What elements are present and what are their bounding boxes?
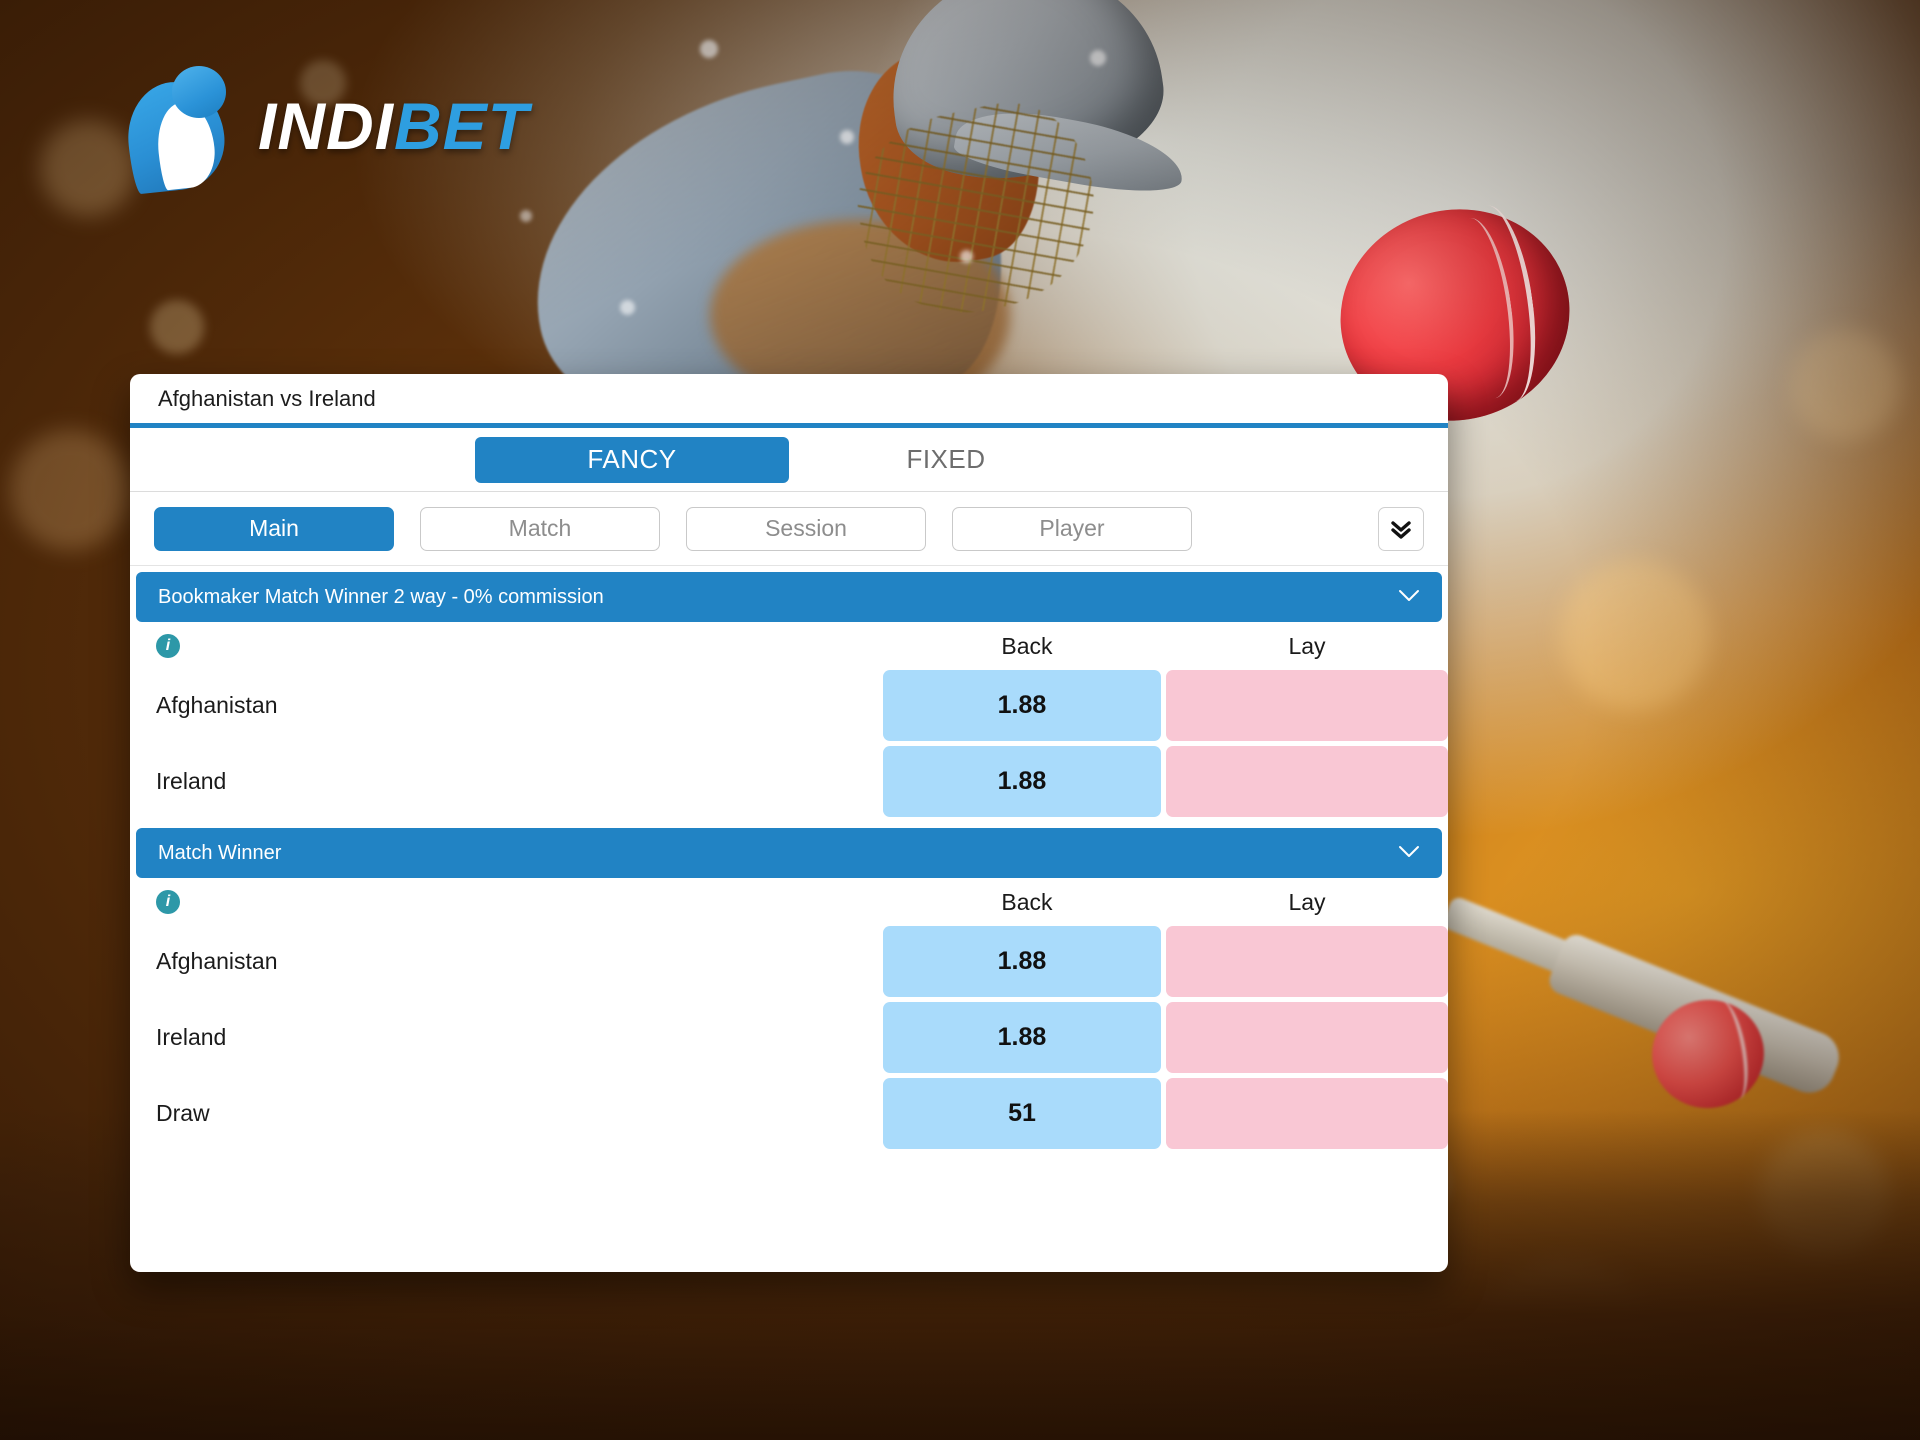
table-row: Afghanistan 1.88 [130, 670, 1448, 741]
tab-fancy[interactable]: FANCY [475, 436, 789, 483]
logo-word-indi: INDI [258, 89, 394, 163]
chip-main[interactable]: Main [154, 506, 394, 551]
table-row: Afghanistan 1.88 [130, 926, 1448, 997]
page-root: INDIBET Afghanistan vs Ireland FANCY FIX… [0, 0, 1920, 1440]
match-card: Afghanistan vs Ireland FANCY FIXED Main … [130, 374, 1448, 1272]
lay-odds-cell[interactable] [1166, 1078, 1448, 1149]
column-header-back: Back [1001, 888, 1053, 915]
column-header-back: Back [1001, 632, 1053, 659]
back-odds-cell[interactable]: 51 [883, 1078, 1161, 1149]
table-row: Ireland 1.88 [130, 1002, 1448, 1073]
runner-name: Ireland [156, 768, 227, 794]
back-odds-cell[interactable]: 1.88 [883, 746, 1161, 817]
chip-match[interactable]: Match [420, 506, 660, 551]
column-headers: i Back Lay [130, 622, 1448, 670]
back-odds-cell[interactable]: 1.88 [883, 670, 1161, 741]
lay-odds-cell[interactable] [1166, 926, 1448, 997]
column-headers: i Back Lay [130, 878, 1448, 926]
column-header-lay: Lay [1288, 888, 1326, 915]
section-header-bookmaker[interactable]: Bookmaker Match Winner 2 way - 0% commis… [136, 572, 1442, 622]
logo-word-bet: BET [394, 89, 529, 163]
column-header-lay: Lay [1288, 632, 1326, 659]
chevron-down-icon[interactable] [1398, 842, 1420, 865]
double-chevron-down-icon[interactable] [1378, 506, 1424, 551]
market-type-tabs: FANCY FIXED [130, 428, 1448, 492]
section-title: Bookmaker Match Winner 2 way - 0% commis… [158, 585, 604, 608]
logo-dot-shape [172, 66, 226, 118]
tab-fixed[interactable]: FIXED [789, 437, 1103, 483]
back-odds-cell[interactable]: 1.88 [883, 1002, 1161, 1073]
page-title: Afghanistan vs Ireland [130, 374, 1448, 428]
table-row: Draw 51 [130, 1078, 1448, 1149]
section-title: Match Winner [158, 841, 282, 864]
back-odds-cell[interactable]: 1.88 [883, 926, 1161, 997]
lay-odds-cell[interactable] [1166, 746, 1448, 817]
runner-name: Afghanistan [156, 692, 278, 718]
runner-name: Afghanistan [156, 948, 278, 974]
logo-droplet-icon [122, 62, 240, 195]
logo-wordmark: INDIBET [258, 93, 529, 159]
info-icon[interactable]: i [156, 890, 180, 914]
chip-player[interactable]: Player [952, 506, 1192, 551]
runner-name: Draw [156, 1100, 210, 1126]
chip-session[interactable]: Session [686, 506, 926, 551]
market-filter-chips: Main Match Session Player [130, 492, 1448, 566]
section-header-match-winner[interactable]: Match Winner [136, 828, 1442, 878]
table-row: Ireland 1.88 [130, 746, 1448, 817]
lay-odds-cell[interactable] [1166, 670, 1448, 741]
chevron-down-icon[interactable] [1398, 586, 1420, 609]
info-icon[interactable]: i [156, 634, 180, 658]
indibet-logo[interactable]: INDIBET [122, 62, 529, 195]
runner-name: Ireland [156, 1024, 227, 1050]
lay-odds-cell[interactable] [1166, 1002, 1448, 1073]
